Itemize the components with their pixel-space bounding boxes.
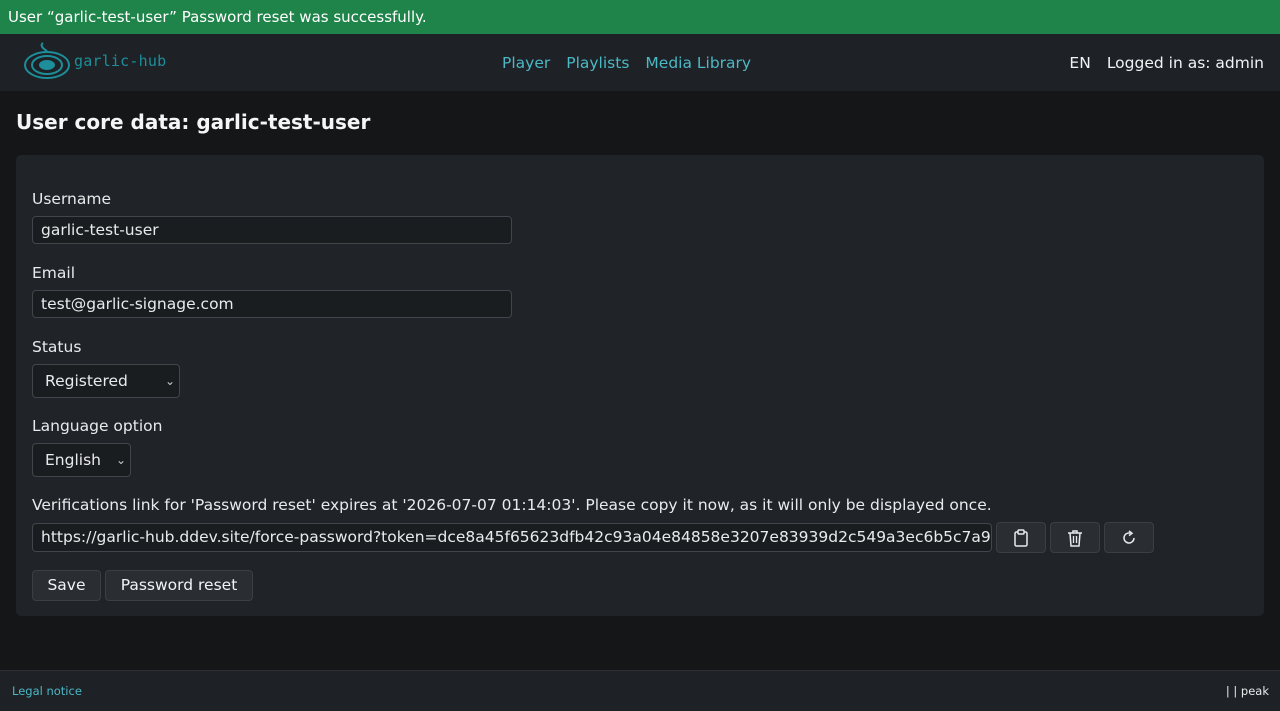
status-select[interactable]: Registered ⌄ xyxy=(32,364,180,398)
clipboard-icon xyxy=(1014,528,1028,547)
footer: Legal notice | | peak xyxy=(0,670,1280,711)
refresh-button[interactable] xyxy=(1104,522,1154,553)
email-field[interactable]: test@garlic-signage.com xyxy=(32,290,512,318)
user-nav: EN Logged in as: admin xyxy=(1053,34,1264,91)
refresh-icon xyxy=(1123,529,1135,544)
nav-playlists[interactable]: Playlists xyxy=(566,54,629,72)
password-reset-button[interactable]: Password reset xyxy=(105,570,253,601)
verification-note: Verifications link for 'Password reset' … xyxy=(32,496,992,514)
save-button[interactable]: Save xyxy=(32,570,101,601)
email-label: Email xyxy=(32,264,76,282)
logo[interactable]: garlic-hub xyxy=(22,41,166,81)
chevron-down-icon: ⌄ xyxy=(164,374,175,388)
garlic-logo-icon xyxy=(24,42,70,79)
nav-media-library[interactable]: Media Library xyxy=(645,54,751,72)
copy-button[interactable] xyxy=(996,522,1046,553)
language-select-value: English xyxy=(45,451,101,469)
nav-player[interactable]: Player xyxy=(502,54,550,72)
top-navbar: garlic-hub Player Playlists Media Librar… xyxy=(0,34,1280,91)
language-label: Language option xyxy=(32,417,163,435)
token-link-field[interactable]: https://garlic-hub.ddev.site/force-passw… xyxy=(32,523,992,552)
delete-button[interactable] xyxy=(1050,522,1100,553)
trash-icon xyxy=(1068,529,1082,547)
main-nav: Player Playlists Media Library xyxy=(502,34,767,91)
status-label: Status xyxy=(32,338,82,356)
language-select[interactable]: English ⌄ xyxy=(32,443,131,477)
page-title: User core data: garlic-test-user xyxy=(16,110,371,134)
version-info: | | peak xyxy=(1225,684,1269,698)
username-label: Username xyxy=(32,190,112,208)
flash-message: User “garlic-test-user” Password reset w… xyxy=(0,0,1280,34)
chevron-down-icon: ⌄ xyxy=(115,453,126,467)
logged-in-user[interactable]: Logged in as: admin xyxy=(1107,54,1264,72)
legal-notice-link[interactable]: Legal notice xyxy=(12,684,82,698)
language-switch[interactable]: EN xyxy=(1069,54,1090,72)
status-select-value: Registered xyxy=(45,372,128,390)
username-field[interactable]: garlic-test-user xyxy=(32,216,512,244)
logo-text: garlic-hub xyxy=(74,52,167,70)
